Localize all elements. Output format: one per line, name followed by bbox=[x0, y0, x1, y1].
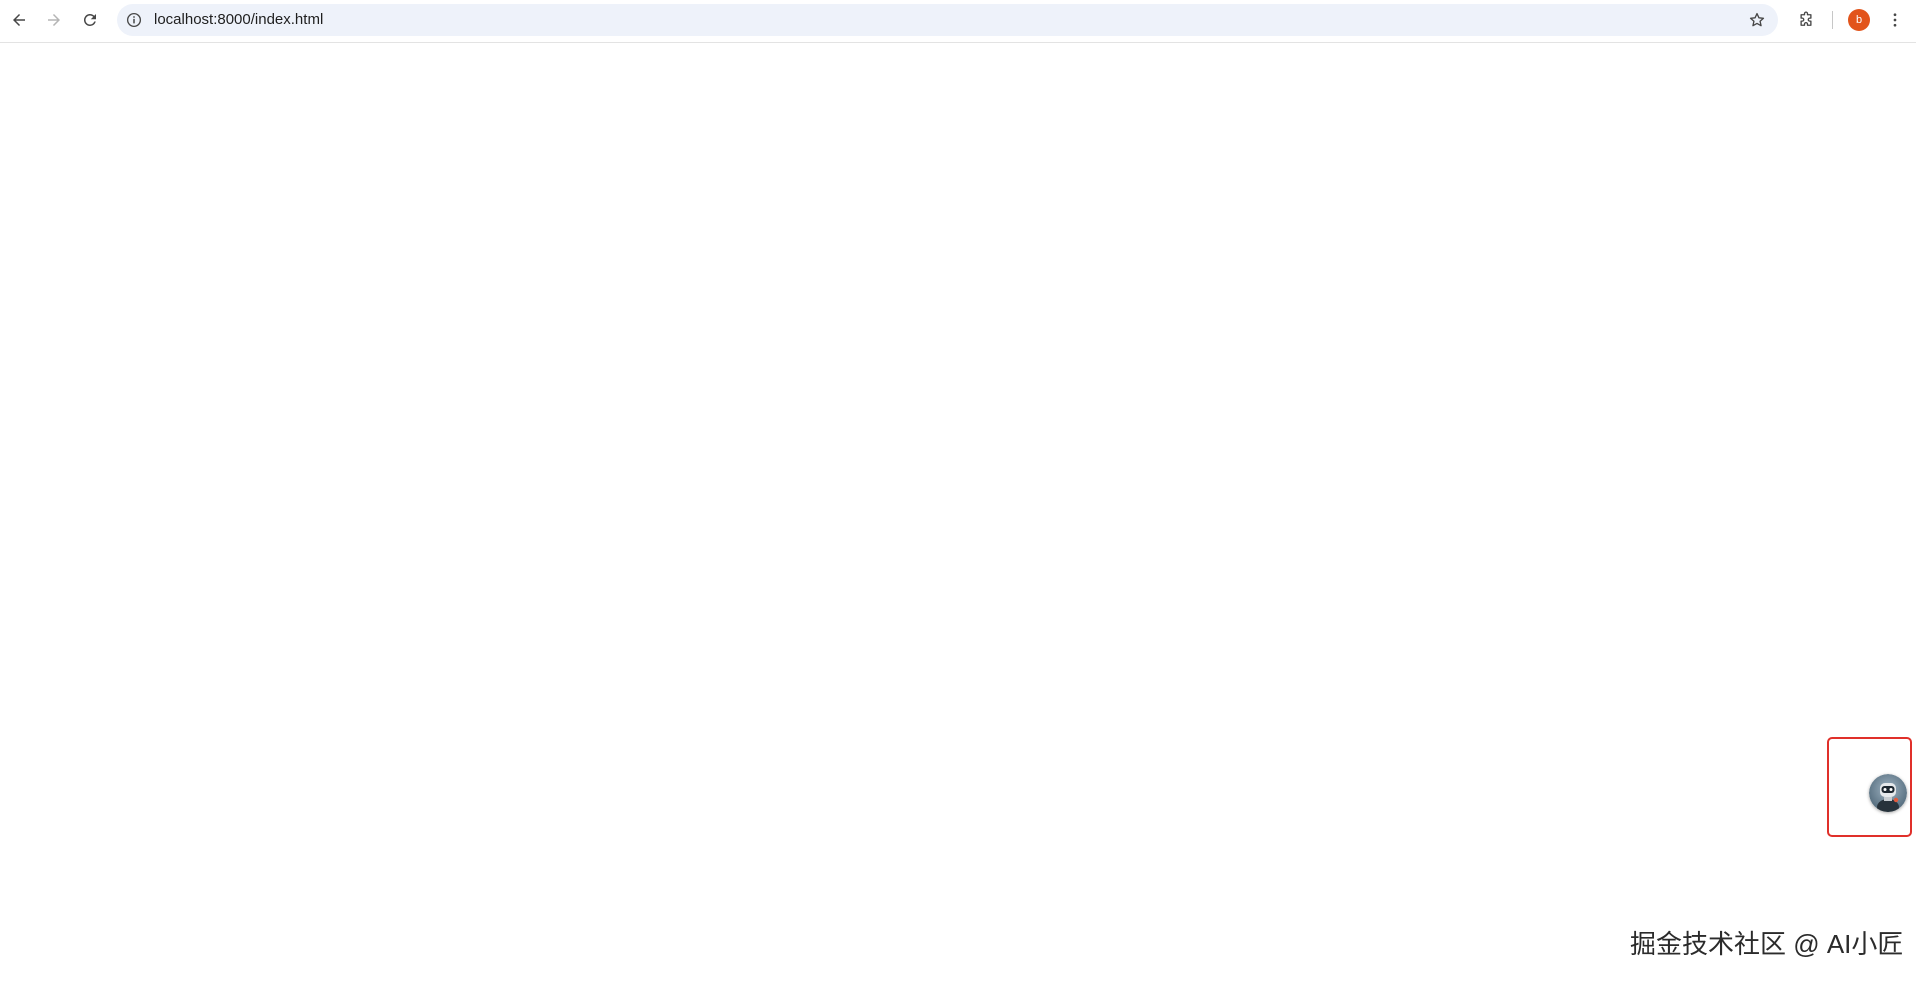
watermark-text: 掘金技术社区 @ AI小匠 bbox=[1630, 929, 1904, 959]
star-icon[interactable] bbox=[1748, 11, 1766, 29]
reload-icon bbox=[83, 13, 96, 26]
chat-float-button[interactable] bbox=[1869, 774, 1907, 812]
profile-avatar[interactable]: b bbox=[1848, 9, 1870, 31]
browser-toolbar: localhost:8000/index.html b bbox=[0, 0, 1916, 43]
chat-avatar-icon bbox=[1869, 774, 1907, 812]
info-icon[interactable] bbox=[125, 11, 143, 29]
kebab-menu-icon bbox=[1893, 13, 1897, 27]
arrow-left-icon bbox=[13, 14, 25, 26]
toolbar-divider bbox=[1832, 11, 1833, 29]
address-bar[interactable]: localhost:8000/index.html bbox=[117, 4, 1778, 36]
arrow-right-icon bbox=[48, 14, 60, 26]
browser-menu-button[interactable] bbox=[1882, 7, 1908, 33]
extensions-button[interactable] bbox=[1793, 7, 1819, 33]
forward-button[interactable] bbox=[40, 6, 68, 34]
back-button[interactable] bbox=[5, 6, 33, 34]
url-text[interactable]: localhost:8000/index.html bbox=[154, 4, 323, 36]
page-content bbox=[0, 43, 1916, 981]
reload-button[interactable] bbox=[76, 6, 104, 34]
puzzle-icon bbox=[1800, 11, 1812, 26]
